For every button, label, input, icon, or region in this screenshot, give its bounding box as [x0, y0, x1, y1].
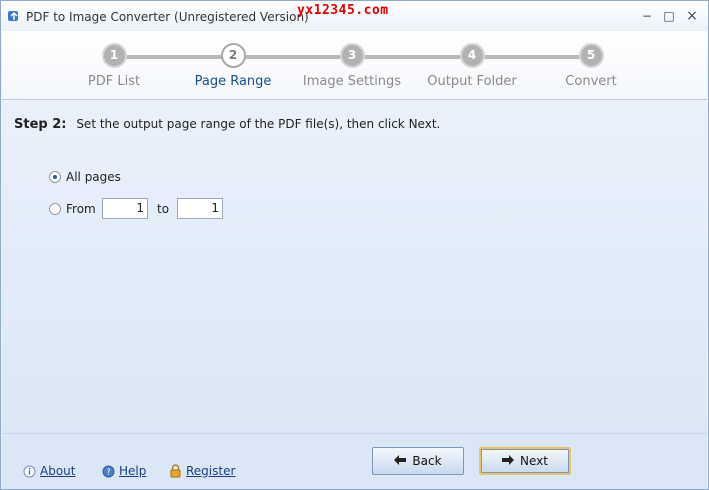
step-convert: 5 Convert	[521, 43, 661, 89]
page-range-option: From 1 to 1	[49, 198, 224, 219]
step-instruction: Step 2: Set the output page range of the…	[14, 117, 440, 132]
help-label[interactable]: Help	[119, 464, 146, 478]
all-pages-option[interactable]: All pages	[49, 170, 121, 184]
next-label: Next	[520, 454, 548, 468]
from-radio[interactable]	[49, 202, 61, 215]
app-window: PDF to Image Converter (Unregistered Ver…	[0, 0, 709, 490]
info-icon	[22, 464, 36, 478]
to-page-input[interactable]: 1	[177, 198, 224, 219]
maximize-button[interactable]: □	[661, 8, 677, 24]
step-number: 1	[101, 43, 127, 68]
about-label[interactable]: About	[40, 464, 75, 478]
help-link[interactable]: ? Help	[101, 464, 146, 478]
next-button[interactable]: Next	[479, 447, 571, 475]
app-logo-icon	[8, 11, 18, 21]
step-image-settings: 3 Image Settings	[282, 43, 422, 89]
arrow-left-icon	[394, 454, 407, 468]
main-panel: Step 2: Set the output page range of the…	[2, 101, 707, 433]
step-number: 4	[459, 43, 485, 68]
register-label[interactable]: Register	[186, 464, 235, 478]
wizard-steps: 1 PDF List 2 Page Range 3 Image Settings…	[2, 31, 707, 100]
step-number: 2	[220, 43, 246, 68]
close-button[interactable]: ×	[684, 8, 700, 24]
footer-bar: About ? Help Register Back Next	[2, 433, 707, 489]
back-button[interactable]: Back	[372, 447, 464, 475]
minimize-button[interactable]: −	[639, 8, 655, 24]
step-label: Convert	[565, 74, 617, 89]
to-label: to	[157, 201, 170, 216]
step-number: 3	[339, 43, 365, 68]
step-label: Image Settings	[302, 74, 402, 89]
about-link[interactable]: About	[22, 464, 75, 478]
from-label: From	[66, 201, 96, 216]
help-icon: ?	[101, 464, 115, 478]
register-link[interactable]: Register	[168, 464, 235, 478]
from-page-input[interactable]: 1	[102, 198, 148, 219]
all-pages-label: All pages	[66, 170, 121, 184]
svg-text:?: ?	[106, 467, 110, 476]
instruction-text: Set the output page range of the PDF fil…	[76, 117, 441, 131]
step-title: Step 2:	[14, 117, 67, 132]
window-title: PDF to Image Converter (Unregistered Ver…	[26, 10, 309, 24]
all-pages-radio[interactable]	[49, 171, 61, 183]
arrow-right-icon	[502, 454, 515, 468]
watermark-text: yx12345.com	[297, 3, 389, 18]
step-number: 5	[578, 43, 604, 68]
back-label: Back	[412, 454, 442, 468]
title-bar: PDF to Image Converter (Unregistered Ver…	[1, 1, 708, 31]
lock-icon	[168, 464, 182, 478]
